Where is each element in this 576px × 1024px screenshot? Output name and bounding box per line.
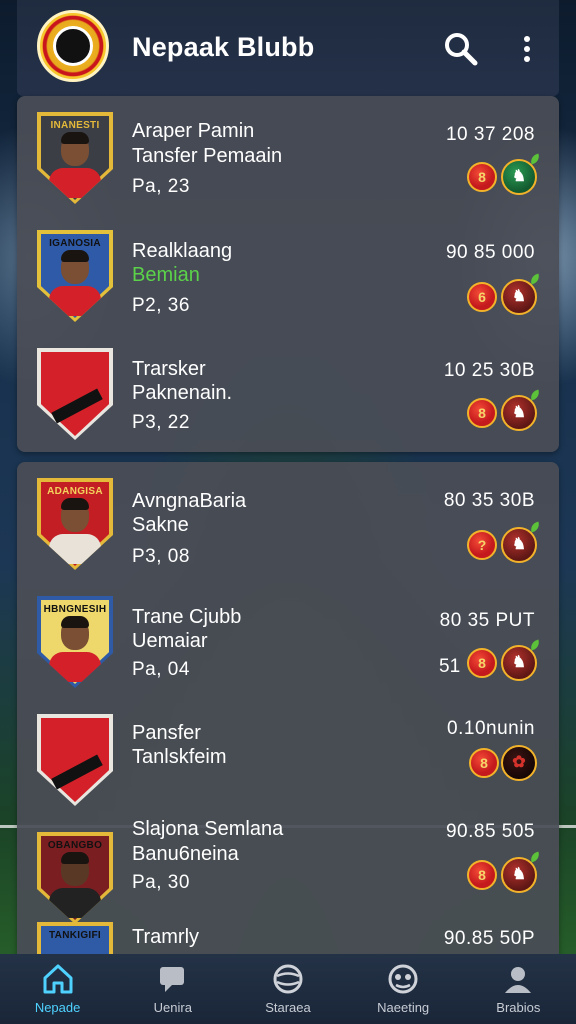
nav-item-stats[interactable]: Staraea [233, 962, 343, 1015]
player-name: Tramrly [132, 926, 200, 948]
transfer-icon [385, 962, 421, 996]
more-vertical-icon[interactable] [517, 32, 537, 66]
club-crest-icon: OBANGBO [37, 832, 113, 924]
player-meta: P3, 08 [132, 546, 190, 567]
club-badge-icon[interactable]: ♞ [501, 153, 542, 195]
player-price: 90.85 50P [443, 928, 535, 949]
player-row[interactable]: INANESTI Araper Pamin Tansfer Pemaain Pa… [17, 96, 559, 214]
player-subtitle: Uemaiar [132, 630, 208, 652]
player-subtitle: Sakne [132, 514, 189, 536]
player-row[interactable]: HBNGNESIH Trane Cjubb Uemaiar Pa, 04 80 … [17, 580, 559, 698]
rating-badge-icon[interactable]: 8 [467, 162, 497, 192]
player-subtitle: Paknenain. [132, 382, 233, 404]
player-meta: Pa, 23 [132, 176, 190, 197]
player-price: 10 25 30B [443, 360, 535, 381]
club-crest-icon [37, 348, 113, 440]
player-name: Trane Cjubb [132, 606, 242, 628]
club-badge-icon[interactable]: ♞ [501, 851, 542, 893]
nav-item-profile[interactable]: Brabios [463, 962, 573, 1015]
club-crest-icon: INANESTI [37, 112, 113, 204]
player-subtitle: Banu6neina [132, 843, 239, 865]
nav-item-transfers[interactable]: Naeeting [348, 962, 458, 1015]
home-icon [40, 962, 76, 996]
club-crest-icon [37, 714, 113, 806]
player-meta: P2, 36 [132, 295, 190, 316]
player-price: 0.10nunin [447, 718, 535, 739]
ball-icon [270, 962, 306, 996]
player-name: Slajona Semlana [132, 818, 284, 840]
club-badge-icon[interactable]: ✿ [501, 745, 537, 781]
club-badge-icon[interactable]: ♞ [501, 389, 542, 431]
player-name: AvngnaBaria [132, 490, 247, 512]
search-icon[interactable] [442, 30, 480, 68]
nav-item-home[interactable]: Nepade [3, 962, 113, 1015]
player-meta: Pa, 04 [132, 659, 190, 680]
rating-badge-icon[interactable]: 8 [467, 398, 497, 428]
rating-badge-icon[interactable]: 8 [467, 860, 497, 890]
player-price: 90 85 000 [445, 242, 535, 263]
player-price: 90.85 505 [445, 821, 535, 842]
app-bar: Nepaak Blubb [17, 0, 559, 96]
player-meta: Pa, 30 [132, 872, 190, 893]
player-row[interactable]: IGANOSIA Realklaang Bemian P2, 36 90 85 … [17, 214, 559, 332]
player-name: Realklaang [132, 240, 233, 262]
player-extra: 51 [439, 656, 461, 677]
rating-badge-icon[interactable]: 8 [467, 648, 497, 678]
player-price: 80 35 PUT [439, 610, 535, 631]
player-subtitle: Bemian [132, 264, 200, 286]
player-price: 10 37 208 [445, 124, 535, 145]
player-name: Trarsker [132, 358, 206, 380]
player-row[interactable]: Pansfer Tanlskfeim 0.10nunin 8 ✿ [17, 698, 559, 816]
player-name: Pansfer [132, 722, 201, 744]
bottom-navigation: Nepade Uenira Staraea Naeeting Brabios [0, 954, 576, 1024]
player-list-panel-1: INANESTI Araper Pamin Tansfer Pemaain Pa… [17, 96, 559, 452]
nav-item-chat[interactable]: Uenira [118, 962, 228, 1015]
player-subtitle: Tansfer Pemaain [132, 145, 283, 167]
rating-badge-icon[interactable]: 8 [469, 748, 499, 778]
club-badge-icon[interactable]: ♞ [501, 273, 542, 315]
rating-badge-icon[interactable]: 6 [467, 282, 497, 312]
club-logo-icon[interactable] [37, 10, 109, 82]
player-list-panel-2: ADANGISA AvngnaBaria Sakne P3, 08 80 35 … [17, 462, 559, 962]
player-meta: P3, 22 [132, 412, 190, 433]
player-row[interactable]: Trarsker Paknenain. P3, 22 10 25 30B 8 ♞ [17, 332, 559, 450]
club-crest-icon: ADANGISA [37, 478, 113, 570]
player-price: 80 35 30B [443, 490, 535, 511]
profile-icon [500, 962, 536, 996]
app-title: Nepaak Blubb [132, 32, 315, 62]
player-subtitle: Tanlskfeim [132, 746, 227, 768]
club-badge-icon[interactable]: ♞ [501, 639, 542, 681]
player-row[interactable]: ADANGISA AvngnaBaria Sakne P3, 08 80 35 … [17, 462, 559, 580]
club-badge-icon[interactable]: ♞ [501, 521, 542, 563]
player-name: Araper Pamin [132, 120, 255, 142]
chat-icon [155, 962, 191, 996]
club-crest-icon: IGANOSIA [37, 230, 113, 322]
club-crest-icon: HBNGNESIH [37, 596, 113, 688]
rating-badge-icon[interactable]: ? [467, 530, 497, 560]
